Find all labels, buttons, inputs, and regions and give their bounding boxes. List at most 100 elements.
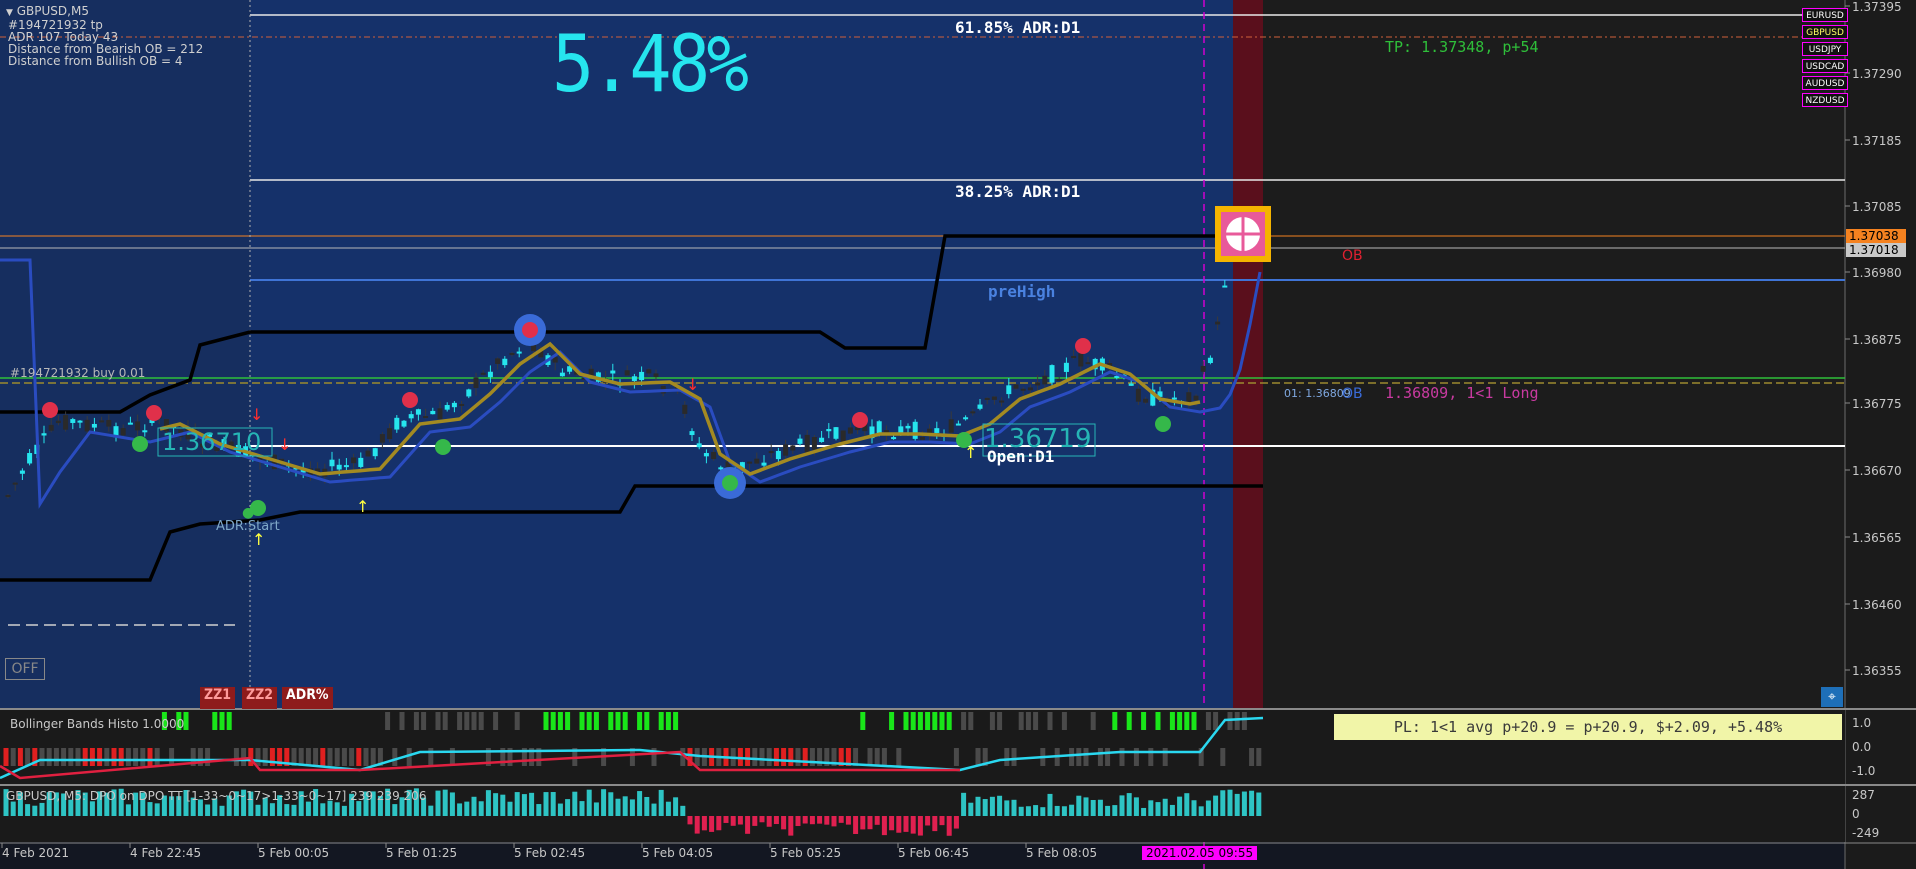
dpo-bar [32, 805, 38, 816]
bb-histo-bar [1169, 712, 1175, 730]
dpo-bar [1148, 800, 1154, 816]
bb-histo-bar [3, 748, 9, 766]
bb-histo-bar [305, 748, 311, 766]
bb-histo-bar [442, 712, 448, 730]
time-axis-label: 5 Feb 06:45 [898, 846, 970, 860]
bb-histo-bar [1090, 712, 1096, 730]
candle-body [761, 462, 767, 466]
candle-body [1027, 387, 1033, 391]
price-box-right-text: 1.36719 [984, 424, 1092, 454]
bb-histo-bar [464, 712, 470, 730]
candle-body [1006, 385, 1012, 395]
candle-body [1042, 375, 1048, 385]
bb-histo-bar [1011, 748, 1017, 766]
symbol-button-eurusd[interactable]: EURUSD [1802, 8, 1848, 22]
bb-histo-bar [25, 748, 31, 766]
chart-shift-icon[interactable]: ⌖ [1821, 687, 1843, 707]
adr-percent-button[interactable]: ADR% [282, 687, 333, 709]
dpo-bar [723, 816, 729, 823]
bb-histo-bar [219, 712, 225, 730]
sell-signal-dot [522, 322, 538, 338]
candle-body [70, 419, 76, 423]
candle-body [876, 421, 882, 434]
bb-histo-bar [46, 748, 52, 766]
symbol-timeframe: GBPUSD,M5 [16, 4, 89, 18]
bb-histo-bar [320, 748, 326, 766]
dpo-bar [1105, 805, 1111, 816]
bb-histo-bar [241, 748, 247, 766]
candle-body [559, 372, 565, 377]
dpo-bar [759, 816, 765, 823]
candle-body [459, 403, 465, 406]
candle-body [747, 461, 753, 464]
dpo-bar [565, 799, 571, 816]
zz1-button[interactable]: ZZ1 [200, 687, 236, 709]
off-toggle-button[interactable]: OFF [5, 658, 45, 680]
time-axis-label: 5 Feb 02:45 [514, 846, 586, 860]
dpo-bar [874, 816, 880, 825]
bb-histo-bar [1126, 712, 1132, 730]
dpo-bar [269, 803, 275, 816]
bb-histo-bar [435, 712, 441, 730]
dpo-bar [838, 816, 844, 823]
bb-histo-bar [154, 748, 160, 766]
bb-histo-bar [903, 712, 909, 730]
bb-histo-bar [1205, 712, 1211, 730]
bb-histo-bar [874, 748, 880, 766]
candle-body [689, 431, 695, 436]
dpo-bar [766, 816, 772, 827]
candle-body [408, 414, 414, 419]
dpo-axis-label: -249 [1852, 826, 1880, 840]
dpo-bar [1191, 800, 1197, 816]
dpo-bar [881, 816, 887, 836]
symbol-button-nzdusd[interactable]: NZDUSD [1802, 93, 1848, 107]
big-percent-display: 5.48% [552, 20, 749, 110]
candle-body [826, 429, 832, 432]
dpo-bar [1054, 805, 1060, 816]
symbol-button-usdjpy[interactable]: USDJPY [1802, 42, 1848, 56]
candle-body [696, 443, 702, 448]
bb-histo-bar [867, 748, 873, 766]
dpo-bar [889, 816, 895, 831]
dpo-bar [291, 804, 297, 816]
sell-signal-dot [1075, 338, 1091, 354]
dpo-bar [507, 801, 513, 816]
candle-body [480, 372, 486, 375]
price-axis-label: 1.36670 [1852, 464, 1902, 478]
candle-body [682, 404, 688, 414]
candle-body [790, 445, 796, 451]
bb-histo-bar [1234, 712, 1240, 730]
candle-body [127, 422, 133, 425]
dpo-bar [601, 789, 607, 816]
symbol-button-audusd[interactable]: AUDUSD [1802, 76, 1848, 90]
bb-histo-bar [125, 748, 131, 766]
candle-body [775, 450, 781, 460]
candle-body [1085, 362, 1091, 365]
dropdown-triangle-icon[interactable]: ▼ [6, 8, 13, 18]
dpo-bar [89, 801, 95, 816]
candle-body [1215, 321, 1221, 325]
bb-histo-bar [622, 712, 628, 730]
symbol-button-usdcad[interactable]: USDCAD [1802, 59, 1848, 73]
symbol-button-gbpusd[interactable]: GBPUSD [1802, 25, 1848, 39]
dpo-bar [125, 804, 131, 816]
dpo-bar [932, 816, 938, 832]
candle-body [711, 451, 717, 460]
dpo-bar [701, 816, 707, 831]
dpo-bar [435, 790, 441, 816]
time-axis-label: 5 Feb 08:05 [1026, 846, 1098, 860]
dpo-bar [824, 816, 830, 825]
dpo-axis-label: 0 [1852, 807, 1860, 821]
dpo-bar [788, 816, 794, 836]
dpo-bar [457, 803, 463, 816]
candle-body [963, 417, 969, 420]
bb-histo-bar [1162, 748, 1168, 766]
dpo-bar [500, 794, 506, 816]
bb-histo-bar [1184, 712, 1190, 730]
candle-body [516, 351, 522, 354]
candle-body [358, 457, 364, 467]
bb-histo-bar [557, 712, 563, 730]
candle-body [768, 451, 774, 454]
zz2-button[interactable]: ZZ2 [242, 687, 278, 709]
candle-body [955, 423, 961, 426]
